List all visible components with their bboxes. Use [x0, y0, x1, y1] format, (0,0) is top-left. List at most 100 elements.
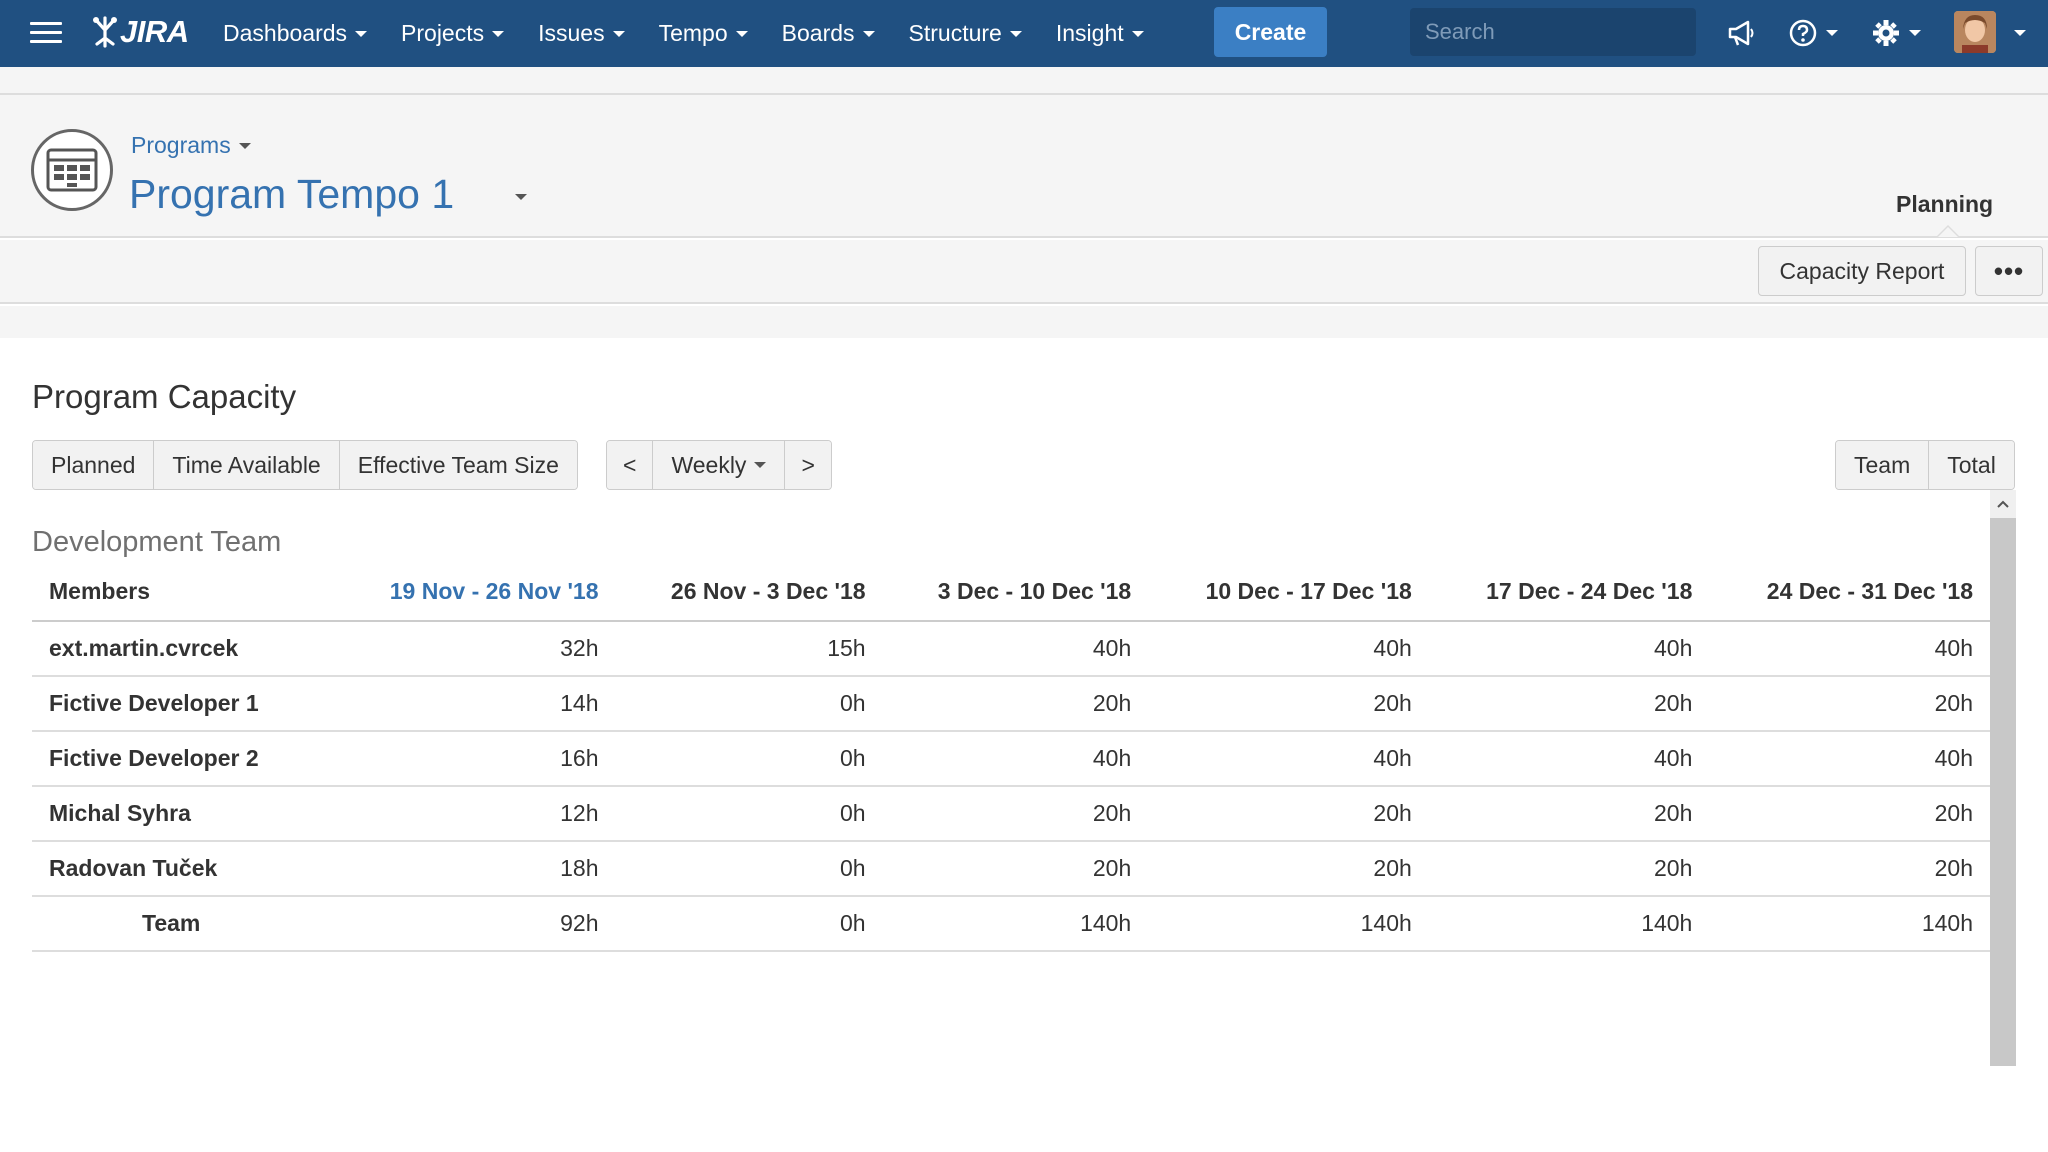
chevron-down-icon: [238, 142, 251, 149]
chevron-down-icon: [754, 462, 767, 468]
create-button[interactable]: Create: [1214, 7, 1327, 57]
capacity-cell: 40h: [1709, 621, 1990, 677]
breadcrumb-programs[interactable]: Programs: [131, 132, 251, 159]
nav-insight[interactable]: Insight: [1039, 0, 1161, 67]
chevron-down-icon: [492, 30, 505, 37]
capacity-cell: 20h: [1148, 786, 1429, 842]
member-name: Fictive Developer 1: [32, 676, 332, 732]
nav-issues-label: Issues: [538, 20, 605, 46]
capacity-cell: 0h: [615, 786, 883, 842]
total-cell: 0h: [615, 896, 883, 952]
header-toolbar: Capacity Report •••: [0, 240, 2048, 304]
capacity-cell: 18h: [332, 841, 616, 897]
hamburger-menu-icon[interactable]: [30, 22, 62, 44]
capacity-cell: 20h: [1709, 786, 1990, 842]
time-available-button[interactable]: Time Available: [154, 441, 340, 489]
table-row: Radovan Tuček 18h 0h 20h 20h 20h 20h: [32, 841, 1990, 897]
search-input[interactable]: [1425, 19, 1713, 45]
capacity-cell: 15h: [615, 621, 883, 677]
column-header-members: Members: [32, 563, 332, 622]
capacity-report-button[interactable]: Capacity Report: [1758, 246, 1966, 296]
effective-team-size-button[interactable]: Effective Team Size: [339, 441, 577, 489]
total-cell: 92h: [332, 896, 616, 952]
capacity-cell: 0h: [615, 676, 883, 732]
chevron-down-icon: [1131, 30, 1144, 37]
previous-period-button[interactable]: <: [607, 441, 654, 489]
table-row: Fictive Developer 2 16h 0h 40h 40h 40h 4…: [32, 731, 1990, 787]
nav-issues[interactable]: Issues: [521, 0, 641, 67]
chevron-down-icon: [1826, 30, 1838, 36]
chevron-down-icon: [1909, 30, 1921, 36]
chevron-down-icon[interactable]: [515, 194, 527, 200]
vertical-scrollbar[interactable]: [1990, 490, 2016, 1066]
metric-toggle-group: Planned Time Available Effective Team Si…: [32, 440, 578, 490]
more-actions-button[interactable]: •••: [1975, 246, 2043, 296]
tab-planning[interactable]: Planning: [1896, 191, 1993, 218]
member-name: Michal Syhra: [32, 786, 332, 842]
column-header-week: 26 Nov - 3 Dec '18: [615, 563, 883, 622]
capacity-cell: 40h: [1428, 621, 1710, 677]
nav-structure[interactable]: Structure: [892, 0, 1039, 67]
capacity-cell: 20h: [882, 676, 1149, 732]
nav-dashboards[interactable]: Dashboards: [206, 0, 384, 67]
total-cell: 140h: [1148, 896, 1429, 952]
period-select-label: Weekly: [671, 451, 747, 478]
scroll-up-icon[interactable]: [1990, 490, 2016, 518]
capacity-cell: 40h: [1709, 731, 1990, 787]
jira-logo-icon: [93, 16, 117, 48]
capacity-cell: 0h: [615, 731, 883, 787]
capacity-cell: 20h: [1148, 841, 1429, 897]
chevron-down-icon: [355, 30, 368, 37]
capacity-cell: 20h: [1428, 841, 1710, 897]
member-name: ext.martin.cvrcek: [32, 621, 332, 677]
program-icon: [31, 129, 113, 211]
planned-button[interactable]: Planned: [33, 441, 155, 489]
megaphone-icon[interactable]: [1726, 14, 1756, 52]
column-header-week[interactable]: 19 Nov - 26 Nov '18: [332, 563, 616, 622]
team-view-button[interactable]: Team: [1836, 441, 1930, 489]
capacity-cell: 32h: [332, 621, 616, 677]
page-header: Programs Program Tempo 1 Planning: [0, 95, 2048, 238]
next-period-button[interactable]: >: [785, 441, 831, 489]
column-header-week: 10 Dec - 17 Dec '18: [1148, 563, 1429, 622]
table-row: Fictive Developer 1 14h 0h 20h 20h 20h 2…: [32, 676, 1990, 732]
chevron-down-icon: [862, 30, 875, 37]
breadcrumb-programs-label: Programs: [131, 132, 231, 158]
capacity-cell: 0h: [615, 841, 883, 897]
capacity-cell: 40h: [1428, 731, 1710, 787]
total-cell: 140h: [1428, 896, 1710, 952]
nav-projects-label: Projects: [401, 20, 485, 46]
search-box: [1410, 8, 1713, 56]
nav-boards[interactable]: Boards: [765, 0, 892, 67]
nav-insight-label: Insight: [1055, 20, 1124, 46]
user-avatar[interactable]: [1954, 11, 1996, 53]
capacity-cell: 20h: [882, 841, 1149, 897]
nav-tempo-label: Tempo: [658, 20, 728, 46]
capacity-cell: 20h: [1428, 676, 1710, 732]
member-name-text: Fictive Developer 1: [49, 690, 259, 716]
period-select[interactable]: Weekly: [653, 441, 786, 489]
capacity-cell: 14h: [332, 676, 616, 732]
column-header-week: 17 Dec - 24 Dec '18: [1428, 563, 1710, 622]
jira-logo[interactable]: JIRA: [92, 10, 189, 54]
page-title[interactable]: Program Tempo 1: [129, 171, 454, 218]
active-tab-pointer: [1936, 225, 1960, 237]
nav-projects[interactable]: Projects: [384, 0, 521, 67]
capacity-cell: 20h: [1428, 786, 1710, 842]
member-name-text: Fictive Developer 2: [49, 745, 259, 771]
nav-gap-band: [0, 67, 2048, 95]
table-row: ext.martin.cvrcek 32h 15h 40h 40h 40h 40…: [32, 621, 1990, 677]
table-row: Michal Syhra 12h 0h 20h 20h 20h 20h: [32, 786, 1990, 842]
capacity-cell: 12h: [332, 786, 616, 842]
team-total-row: Team 92h 0h 140h 140h 140h 140h: [32, 896, 1990, 952]
nav-tempo[interactable]: Tempo: [642, 0, 765, 67]
main-nav-menu: Dashboards Projects Issues Tempo Boards …: [206, 0, 1161, 67]
help-icon[interactable]: [1788, 14, 1838, 52]
capacity-cell: 16h: [332, 731, 616, 787]
capacity-cell: 20h: [1148, 676, 1429, 732]
top-nav-bar: JIRA Dashboards Projects Issues Tempo Bo…: [0, 0, 2048, 67]
capacity-cell: 40h: [1148, 731, 1429, 787]
total-view-button[interactable]: Total: [1929, 441, 2014, 489]
chevron-down-icon[interactable]: [2014, 30, 2026, 36]
gear-icon[interactable]: [1871, 14, 1921, 52]
